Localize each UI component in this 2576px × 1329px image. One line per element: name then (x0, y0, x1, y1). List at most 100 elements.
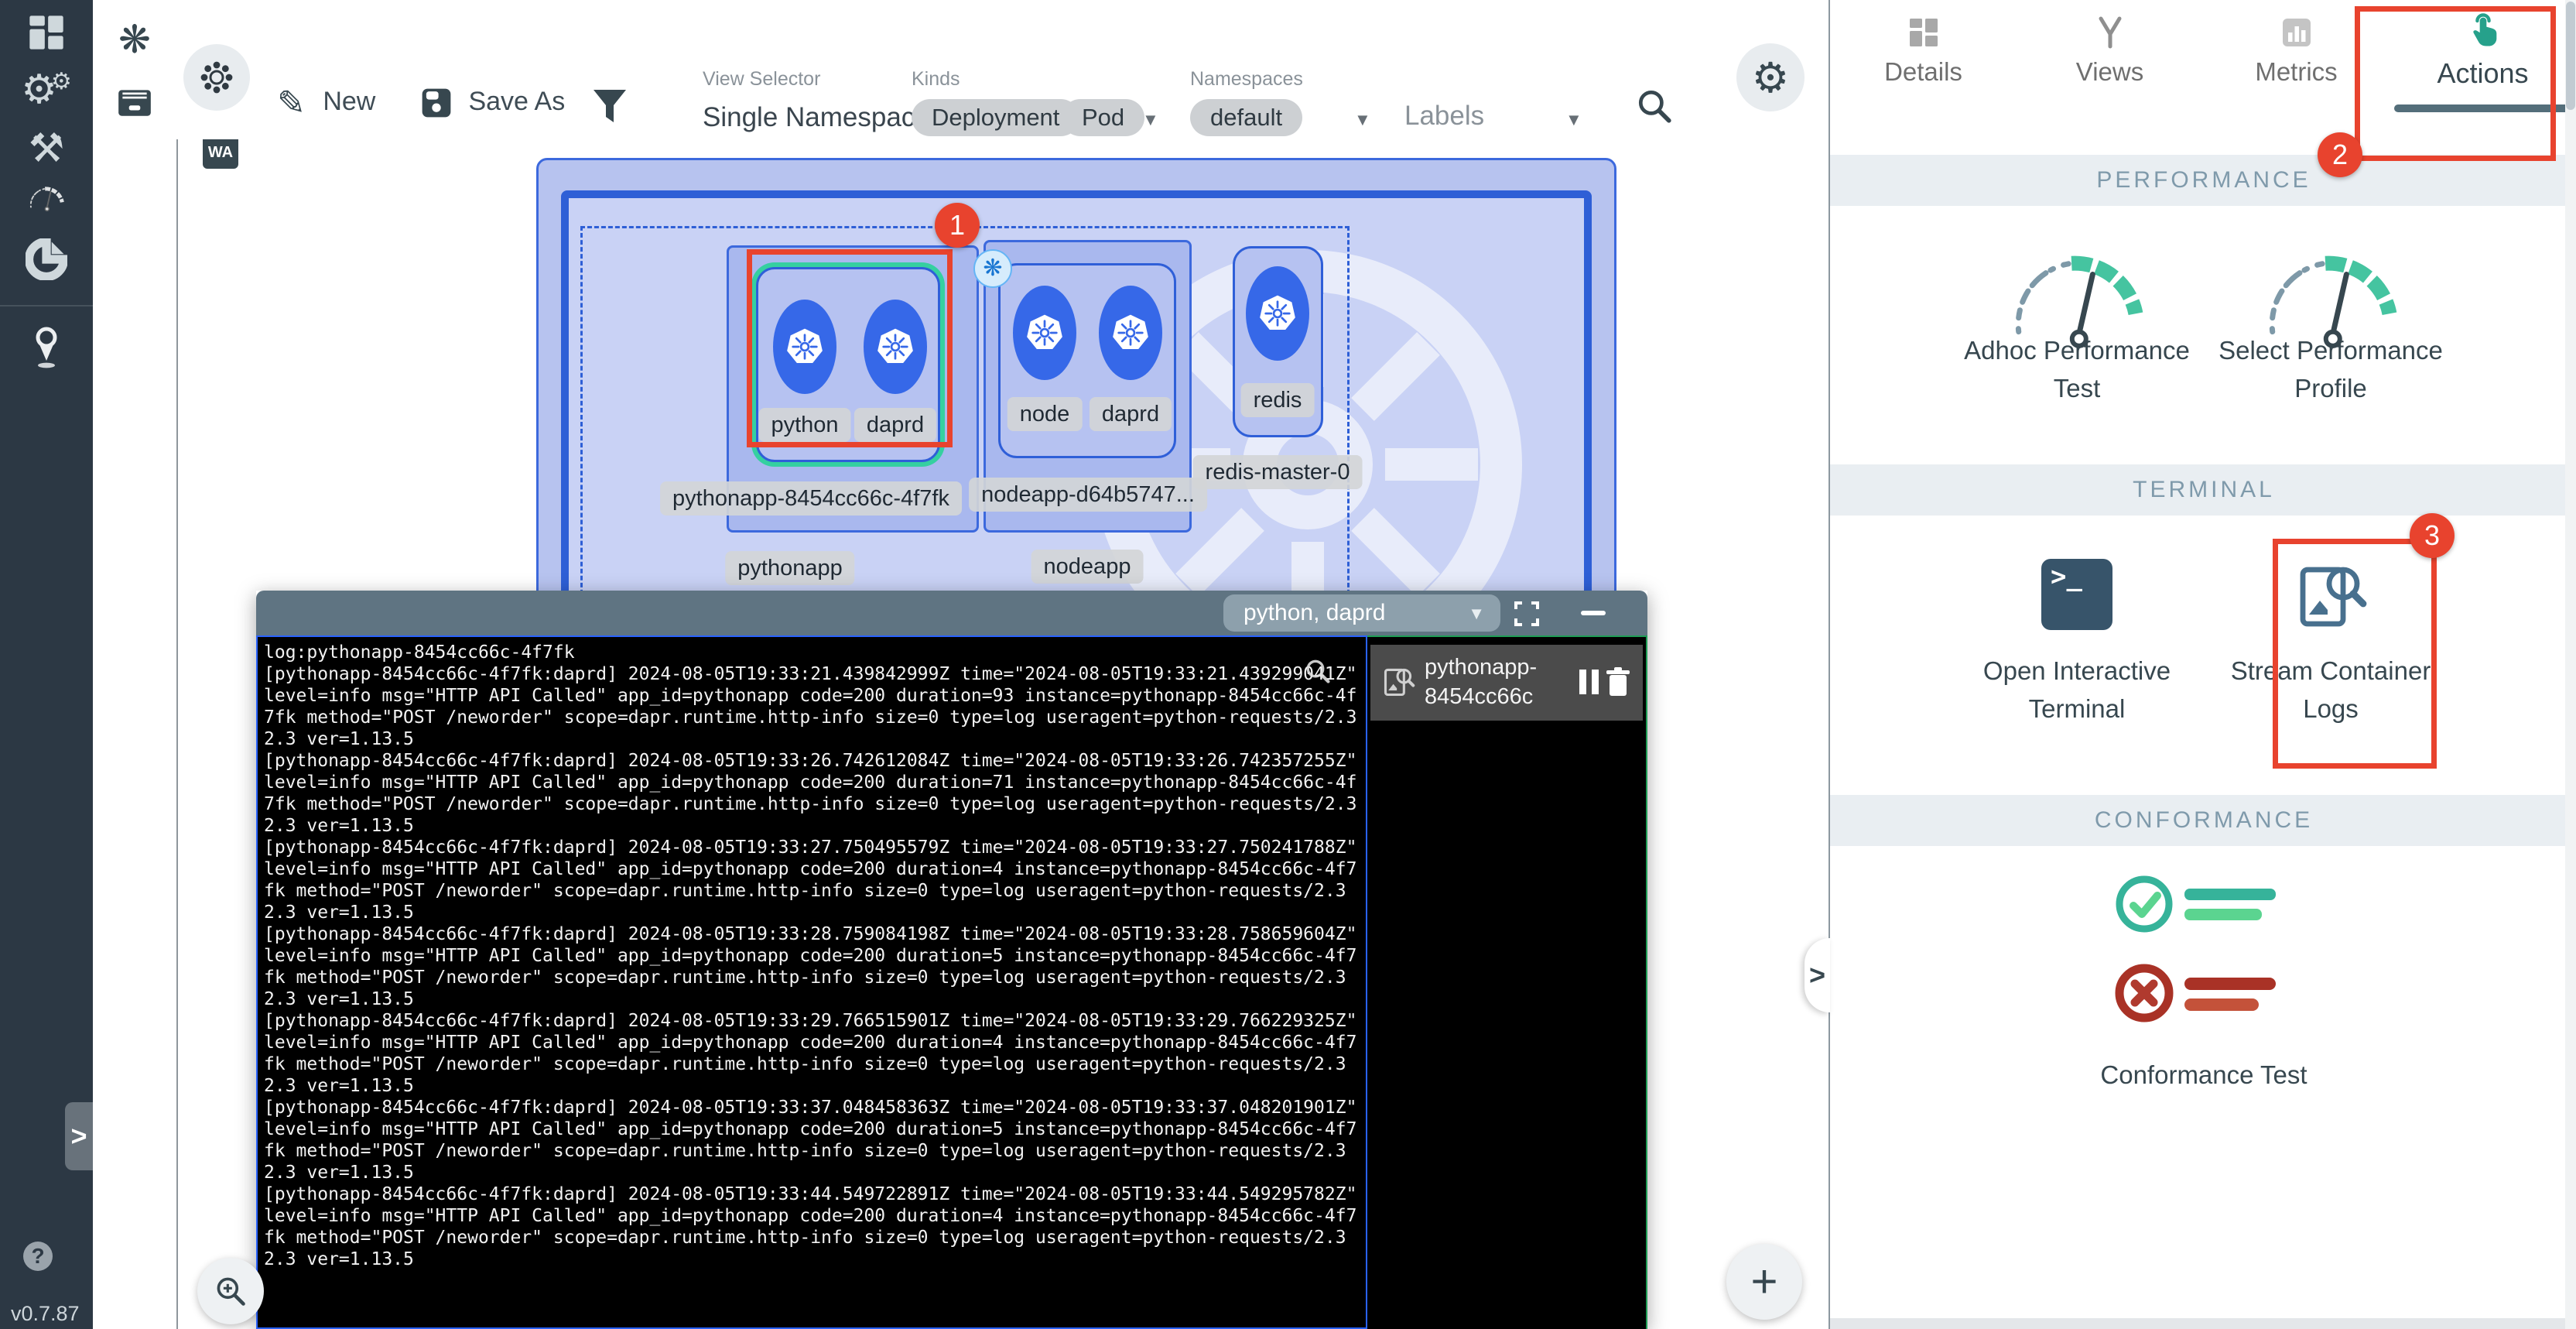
pod-label: nodeapp-d64b5747... (969, 478, 1207, 512)
streamed-containers-sidebar[interactable]: pythonapp-8454cc66c (1367, 635, 1647, 1329)
container-python[interactable] (773, 300, 836, 394)
kind-chip-pod[interactable]: Pod (1062, 99, 1144, 136)
action-label: Conformance Test (2076, 1056, 2331, 1094)
streamed-pod-row[interactable]: pythonapp-8454cc66c (1370, 645, 1643, 721)
tools-icon[interactable]: ⚒ (0, 125, 93, 172)
section-header-conformance: CONFORMANCE (1830, 795, 2576, 846)
navigation-rail: ⚙⚙ ⚒ > ? v0.7.87 (0, 0, 93, 1329)
kubernetes-icon (877, 329, 913, 363)
deployment-label: pythonapp (725, 551, 854, 585)
panel-bottom-strip (1830, 1318, 2576, 1329)
labels-chevron-down-icon[interactable]: ▼ (1565, 110, 1582, 130)
annotation-step-badge: 3 (2410, 513, 2455, 558)
node-actions-panel: > Details Views Metrics Actions (1829, 0, 2576, 1329)
zoom-in-button[interactable] (197, 1258, 264, 1324)
pod-label: redis-master-0 (1193, 455, 1363, 489)
save-as-button[interactable]: Save As (420, 87, 565, 119)
drawer-icon[interactable] (93, 84, 176, 119)
annotation-step-badge: 2 (2318, 132, 2362, 177)
kinds-chevron-down-icon[interactable]: ▼ (1142, 110, 1159, 130)
settings-button[interactable]: ⚙ (1736, 43, 1805, 111)
section-header-terminal: TERMINAL (1830, 464, 2576, 516)
gear-icon: ⚙ (1752, 53, 1789, 102)
version-label: v0.7.87 (11, 1302, 80, 1326)
delete-stream-icon[interactable] (1604, 666, 1632, 697)
kubernetes-icon (787, 329, 823, 363)
container-selector-value: python, daprd (1244, 600, 1385, 626)
kinds-label: Kinds (912, 68, 960, 91)
log-entry: [pythonapp-8454cc66c-4f7fk:daprd] 2024-0… (264, 1097, 1360, 1183)
container-daprd-nodeapp[interactable] (1099, 286, 1162, 380)
meshery-spiral-icon[interactable]: ❋ (93, 17, 176, 62)
plugin-rail: ❋ WA > (93, 0, 178, 1329)
action-adhoc-performance-test[interactable]: Adhoc Performance Test (1949, 246, 2205, 407)
tab-views[interactable]: Views (2017, 0, 2203, 116)
kubernetes-icon (1027, 315, 1062, 349)
expand-rail-button[interactable]: > (65, 1102, 93, 1170)
action-open-interactive-terminal[interactable]: >_ Open Interactive Terminal (1949, 559, 2205, 728)
terminal-header[interactable]: python, daprd ▼ (256, 591, 1647, 635)
pie-chart-icon[interactable] (0, 238, 93, 280)
container-label: daprd (1090, 397, 1172, 431)
kind-chip-deployment[interactable]: Deployment (912, 99, 1079, 136)
container-daprd-pythonapp[interactable] (864, 300, 927, 394)
save-icon (420, 87, 453, 119)
tab-metrics[interactable]: Metrics (2203, 0, 2390, 116)
toolbar: ✎ New Save As View Selector Single Names… (176, 0, 1829, 139)
terminal-icon: >_ (2041, 559, 2112, 630)
section-header-performance: PERFORMANCE (1830, 155, 2576, 206)
action-conformance-test[interactable]: Conformance Test (2076, 865, 2331, 1094)
add-node-button[interactable]: + (1726, 1244, 1802, 1320)
new-button-label: New (323, 87, 375, 116)
action-stream-container-logs[interactable]: Stream Container Logs (2203, 559, 2458, 728)
active-tab-indicator (2394, 104, 2571, 112)
namespaces-chevron-down-icon[interactable]: ▼ (1354, 110, 1371, 130)
app-menu-button[interactable] (183, 44, 250, 111)
dapr-badge-icon: ❋ (973, 249, 1012, 288)
log-entry: [pythonapp-8454cc66c-4f7fk:daprd] 2024-0… (264, 750, 1360, 837)
save-as-label: Save As (468, 87, 565, 116)
container-redis[interactable] (1246, 266, 1309, 361)
collapse-panel-button[interactable]: > (1805, 938, 1830, 1012)
conformance-checklist-icon (2107, 865, 2301, 1043)
location-pin-icon[interactable] (0, 325, 93, 370)
container-node[interactable] (1013, 286, 1076, 380)
action-select-performance-profile[interactable]: Select Performance Profile (2203, 246, 2458, 407)
log-output-pane[interactable]: log:pythonapp-8454cc66c-4f7fk [pythonapp… (256, 635, 1367, 1329)
pod-label: pythonapp-8454cc66c-4f7fk (660, 481, 962, 516)
section-title: TERMINAL (1830, 464, 2576, 516)
container-selector-dropdown[interactable]: python, daprd ▼ (1223, 594, 1500, 632)
log-terminal-window[interactable]: python, daprd ▼ log:pythonapp-8454cc66c-… (256, 591, 1647, 1329)
fullscreen-icon[interactable] (1513, 600, 1541, 628)
panel-scrollbar-thumb[interactable] (2566, 2, 2575, 110)
pause-stream-icon[interactable] (1578, 668, 1601, 696)
chevron-down-icon: ▼ (1468, 604, 1485, 624)
namespace-chip-default[interactable]: default (1190, 99, 1302, 136)
section-title: CONFORMANCE (1830, 795, 2576, 846)
log-entry: [pythonapp-8454cc66c-4f7fk:daprd] 2024-0… (264, 663, 1360, 750)
tab-label: Details (1830, 57, 2017, 87)
new-button[interactable]: ✎ New (277, 84, 375, 123)
view-selector-value: Single Namespace (703, 102, 930, 132)
tab-actions[interactable]: Actions (2390, 0, 2576, 116)
action-label: Open Interactive Terminal (1949, 652, 2205, 728)
search-icon[interactable] (1635, 87, 1674, 125)
pencil-icon: ✎ (277, 84, 306, 122)
namespaces-label: Namespaces (1190, 68, 1303, 91)
log-entry: [pythonapp-8454cc66c-4f7fk:daprd] 2024-0… (264, 837, 1360, 923)
log-search-icon[interactable] (1304, 657, 1332, 685)
container-label: redis (1241, 383, 1315, 417)
filter-icon[interactable] (592, 88, 628, 130)
container-label: python (758, 408, 850, 442)
labels-filter-input[interactable]: Labels (1404, 101, 1484, 132)
minimize-button[interactable] (1581, 611, 1606, 615)
details-grid-icon (1905, 14, 1942, 51)
performance-gauge-icon[interactable] (0, 184, 93, 215)
tab-label: Actions (2390, 57, 2576, 90)
tab-details[interactable]: Details (1830, 0, 2017, 116)
settings-gears-icon[interactable]: ⚙⚙ (0, 67, 93, 113)
panel-scrollbar (2565, 0, 2576, 1329)
dashboard-icon[interactable] (0, 12, 93, 53)
help-button[interactable]: ? (23, 1242, 53, 1271)
stream-logs-icon (2294, 559, 2368, 633)
